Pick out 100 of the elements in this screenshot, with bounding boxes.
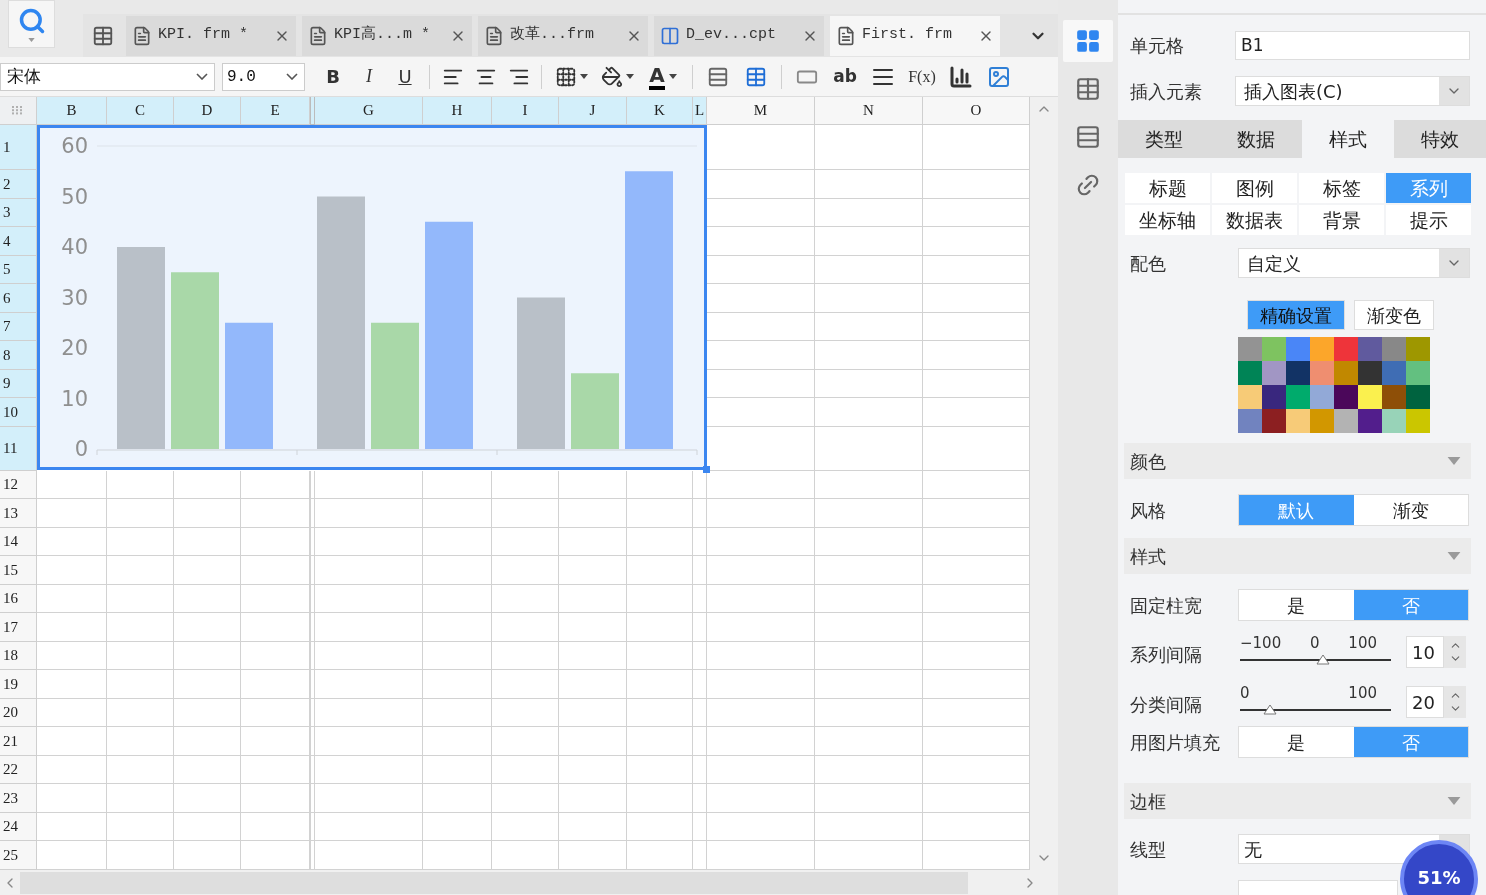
color-swatch[interactable] [1286, 361, 1310, 385]
color-swatch[interactable] [1262, 337, 1286, 361]
table-cell[interactable] [815, 170, 923, 199]
text-button[interactable]: ab [826, 61, 864, 92]
table-cell[interactable] [310, 499, 315, 528]
table-cell[interactable] [174, 755, 241, 784]
column-header[interactable]: C [107, 97, 174, 125]
table-cell[interactable] [707, 613, 815, 642]
column-header[interactable]: H [423, 97, 492, 125]
color-swatch[interactable] [1358, 337, 1382, 361]
table-cell[interactable] [707, 698, 815, 727]
file-tab[interactable]: First. frm [830, 15, 1000, 56]
color-swatch[interactable] [1406, 337, 1430, 361]
color-swatch[interactable] [1310, 385, 1334, 409]
font-color-button[interactable]: A [640, 61, 686, 92]
table-cell[interactable] [310, 641, 315, 670]
table-cell[interactable] [815, 584, 923, 613]
sub-tab[interactable]: 标签 [1299, 173, 1384, 203]
table-cell[interactable] [693, 556, 707, 585]
table-cell[interactable] [310, 755, 315, 784]
dropdown-button[interactable] [1439, 77, 1469, 105]
table-cell[interactable] [174, 641, 241, 670]
table-cell[interactable] [627, 727, 693, 756]
table-cell[interactable] [492, 670, 559, 699]
table-cell[interactable] [37, 641, 107, 670]
bar[interactable] [117, 247, 165, 449]
table-cell[interactable] [174, 527, 241, 556]
row-header[interactable]: 24 [0, 812, 37, 841]
table-cell[interactable] [315, 727, 423, 756]
row-header[interactable]: 18 [0, 641, 37, 670]
table-cell[interactable] [492, 727, 559, 756]
table-cell[interactable] [315, 755, 423, 784]
table-cell[interactable] [37, 698, 107, 727]
table-cell[interactable] [707, 727, 815, 756]
slider-thumb[interactable] [1316, 655, 1331, 665]
table-cell[interactable] [815, 125, 923, 170]
property-tab[interactable]: 类型 [1118, 120, 1210, 158]
row-header[interactable]: 23 [0, 784, 37, 813]
row-header[interactable]: 9 [0, 369, 37, 398]
table-cell[interactable] [815, 255, 923, 284]
table-cell[interactable] [707, 641, 815, 670]
slider-thumb[interactable] [1263, 705, 1278, 715]
table-cell[interactable] [627, 641, 693, 670]
table-cell[interactable] [241, 727, 310, 756]
table-cell[interactable] [815, 641, 923, 670]
column-header[interactable]: E [241, 97, 310, 125]
table-cell[interactable] [315, 556, 423, 585]
column-header[interactable]: M [707, 97, 815, 125]
color-swatch[interactable] [1382, 361, 1406, 385]
table-cell[interactable] [693, 613, 707, 642]
color-swatch[interactable] [1358, 385, 1382, 409]
spinner[interactable] [1444, 686, 1466, 718]
table-cell[interactable] [315, 841, 423, 870]
sub-tab[interactable]: 坐标轴 [1125, 205, 1210, 235]
table-cell[interactable] [492, 812, 559, 841]
table-cell[interactable] [37, 841, 107, 870]
table-cell[interactable] [815, 841, 923, 870]
table-cell[interactable] [693, 499, 707, 528]
select-all-corner[interactable] [0, 97, 37, 125]
cell-field[interactable]: B1 [1235, 31, 1470, 60]
table-cell[interactable] [627, 784, 693, 813]
table-cell[interactable] [37, 784, 107, 813]
color-swatch[interactable] [1262, 409, 1286, 433]
table-cell[interactable] [627, 812, 693, 841]
column-header[interactable]: I [492, 97, 559, 125]
color-swatch[interactable] [1286, 385, 1310, 409]
row-header[interactable]: 13 [0, 499, 37, 528]
table-cell[interactable] [174, 499, 241, 528]
table-cell[interactable] [815, 198, 923, 227]
table-cell[interactable] [37, 556, 107, 585]
table-cell[interactable] [559, 499, 627, 528]
color-swatch[interactable] [1334, 385, 1358, 409]
row-header[interactable]: 6 [0, 284, 37, 313]
row-header[interactable]: 14 [0, 527, 37, 556]
table-cell[interactable] [37, 584, 107, 613]
table-cell[interactable] [815, 613, 923, 642]
table-cell[interactable] [241, 584, 310, 613]
table-cell[interactable] [492, 784, 559, 813]
table-cell[interactable] [241, 556, 310, 585]
table-cell[interactable] [107, 727, 174, 756]
table-cell[interactable] [107, 698, 174, 727]
color-swatch[interactable] [1238, 385, 1262, 409]
table-cell[interactable] [423, 584, 492, 613]
table-cell[interactable] [815, 556, 923, 585]
table-cell[interactable] [559, 698, 627, 727]
table-cell[interactable] [174, 698, 241, 727]
table-cell[interactable] [423, 755, 492, 784]
table-cell[interactable] [559, 784, 627, 813]
table-cell[interactable] [815, 755, 923, 784]
color-scheme-select[interactable]: 自定义 [1238, 248, 1470, 278]
property-tab[interactable]: 特效 [1394, 120, 1486, 158]
table-cell[interactable] [174, 670, 241, 699]
table-cell[interactable] [815, 670, 923, 699]
table-cell[interactable] [174, 584, 241, 613]
table-cell[interactable] [423, 641, 492, 670]
color-swatch[interactable] [1406, 409, 1430, 433]
table-cell[interactable] [492, 698, 559, 727]
table-cell[interactable] [241, 755, 310, 784]
row-header[interactable]: 15 [0, 556, 37, 585]
bar[interactable] [517, 297, 565, 449]
